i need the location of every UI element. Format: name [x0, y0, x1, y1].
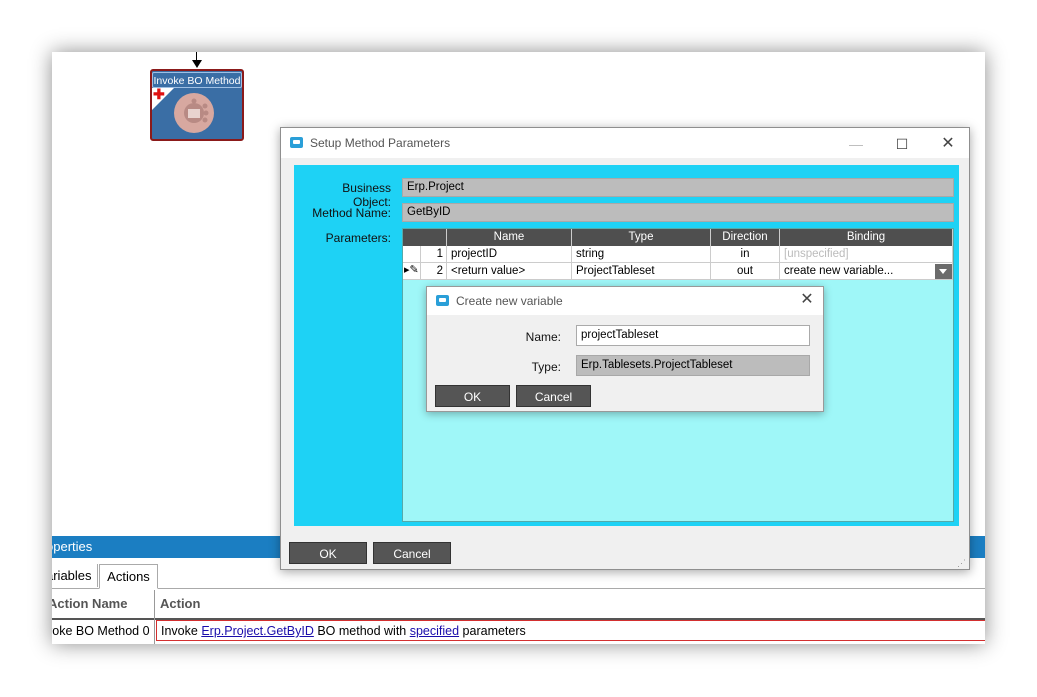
invoke-bo-method-activity[interactable]: Invoke BO Method ✚	[150, 69, 244, 141]
create-new-variable-dialog: Create new variable ✕ Name: projectTable…	[426, 286, 824, 412]
row-number: 2	[421, 263, 447, 280]
column-action[interactable]: Action	[160, 596, 200, 611]
parameters-link[interactable]: specified	[410, 624, 459, 638]
variable-name-input[interactable]: projectTableset	[576, 325, 810, 346]
param-name-cell[interactable]: projectID	[447, 246, 572, 263]
minimize-button[interactable]: —	[833, 131, 879, 157]
row-selector[interactable]	[403, 246, 421, 263]
column-direction[interactable]: Direction	[711, 229, 780, 246]
column-name[interactable]: Name	[447, 229, 572, 246]
parameters-label: Parameters:	[325, 231, 391, 245]
cancel-button[interactable]: Cancel	[516, 385, 591, 407]
app-icon	[436, 295, 449, 306]
error-plus-icon: ✚	[153, 86, 165, 102]
edit-row-indicator-icon: ▸✎	[404, 264, 419, 276]
activity-title: Invoke BO Method	[152, 72, 242, 88]
business-object-field: Erp.Project	[402, 178, 954, 197]
param-type-cell[interactable]: string	[572, 246, 711, 263]
properties-title: operties	[52, 539, 93, 554]
name-label: Name:	[525, 330, 561, 344]
variable-type-field: Erp.Tablesets.ProjectTableset	[576, 355, 810, 376]
param-type-cell[interactable]: ProjectTableset	[572, 263, 711, 280]
dialog-title: Setup Method Parameters	[310, 136, 451, 150]
app-icon	[290, 137, 303, 148]
type-label: Type:	[531, 360, 561, 374]
row-number: 1	[421, 246, 447, 263]
action-middle: BO method with	[313, 624, 410, 638]
column-type[interactable]: Type	[572, 229, 711, 246]
tab-variables[interactable]: ariables	[52, 564, 98, 587]
resize-grip-icon[interactable]: ⋰	[957, 558, 966, 569]
bo-method-link[interactable]: Erp.Project.GetByID	[201, 624, 314, 638]
param-direction-cell[interactable]: in	[711, 246, 780, 263]
connector-line	[196, 52, 197, 60]
action-name-cell: voke BO Method 0	[52, 624, 150, 638]
binding-dropdown[interactable]: create new variable...	[780, 263, 953, 280]
param-binding-cell[interactable]: [unspecified]	[780, 246, 953, 263]
tab-actions[interactable]: Actions	[99, 564, 158, 589]
actions-grid-header: Action Name Action	[52, 590, 985, 620]
cancel-button[interactable]: Cancel	[373, 542, 451, 564]
method-name-field: GetByID	[402, 203, 954, 222]
close-button[interactable]: ✕	[789, 287, 825, 313]
close-button[interactable]: ✕	[925, 131, 971, 157]
dialog-titlebar: Setup Method Parameters — ☐ ✕	[281, 128, 969, 158]
method-name-label: Method Name:	[312, 206, 391, 220]
ok-button[interactable]: OK	[289, 542, 367, 564]
action-cell: Invoke Erp.Project.GetByID BO method wit…	[156, 620, 985, 641]
dialog-titlebar: Create new variable ✕	[427, 287, 823, 315]
table-row[interactable]: voke BO Method 0 Invoke Erp.Project.GetB…	[52, 619, 985, 644]
param-name-cell[interactable]: <return value>	[447, 263, 572, 280]
business-object-label: Business Object:	[342, 181, 391, 209]
maximize-button[interactable]: ☐	[879, 131, 925, 157]
action-suffix: parameters	[459, 624, 526, 638]
action-prefix: Invoke	[161, 624, 202, 638]
ok-button[interactable]: OK	[435, 385, 510, 407]
column-action-name[interactable]: Action Name	[52, 596, 127, 611]
column-binding[interactable]: Binding	[780, 229, 953, 246]
dialog-title: Create new variable	[456, 294, 563, 308]
chevron-down-icon[interactable]	[935, 264, 952, 279]
row-header-corner	[403, 229, 447, 246]
param-direction-cell[interactable]: out	[711, 263, 780, 280]
bo-method-icon	[174, 93, 214, 133]
connector-arrow-icon	[192, 60, 202, 68]
